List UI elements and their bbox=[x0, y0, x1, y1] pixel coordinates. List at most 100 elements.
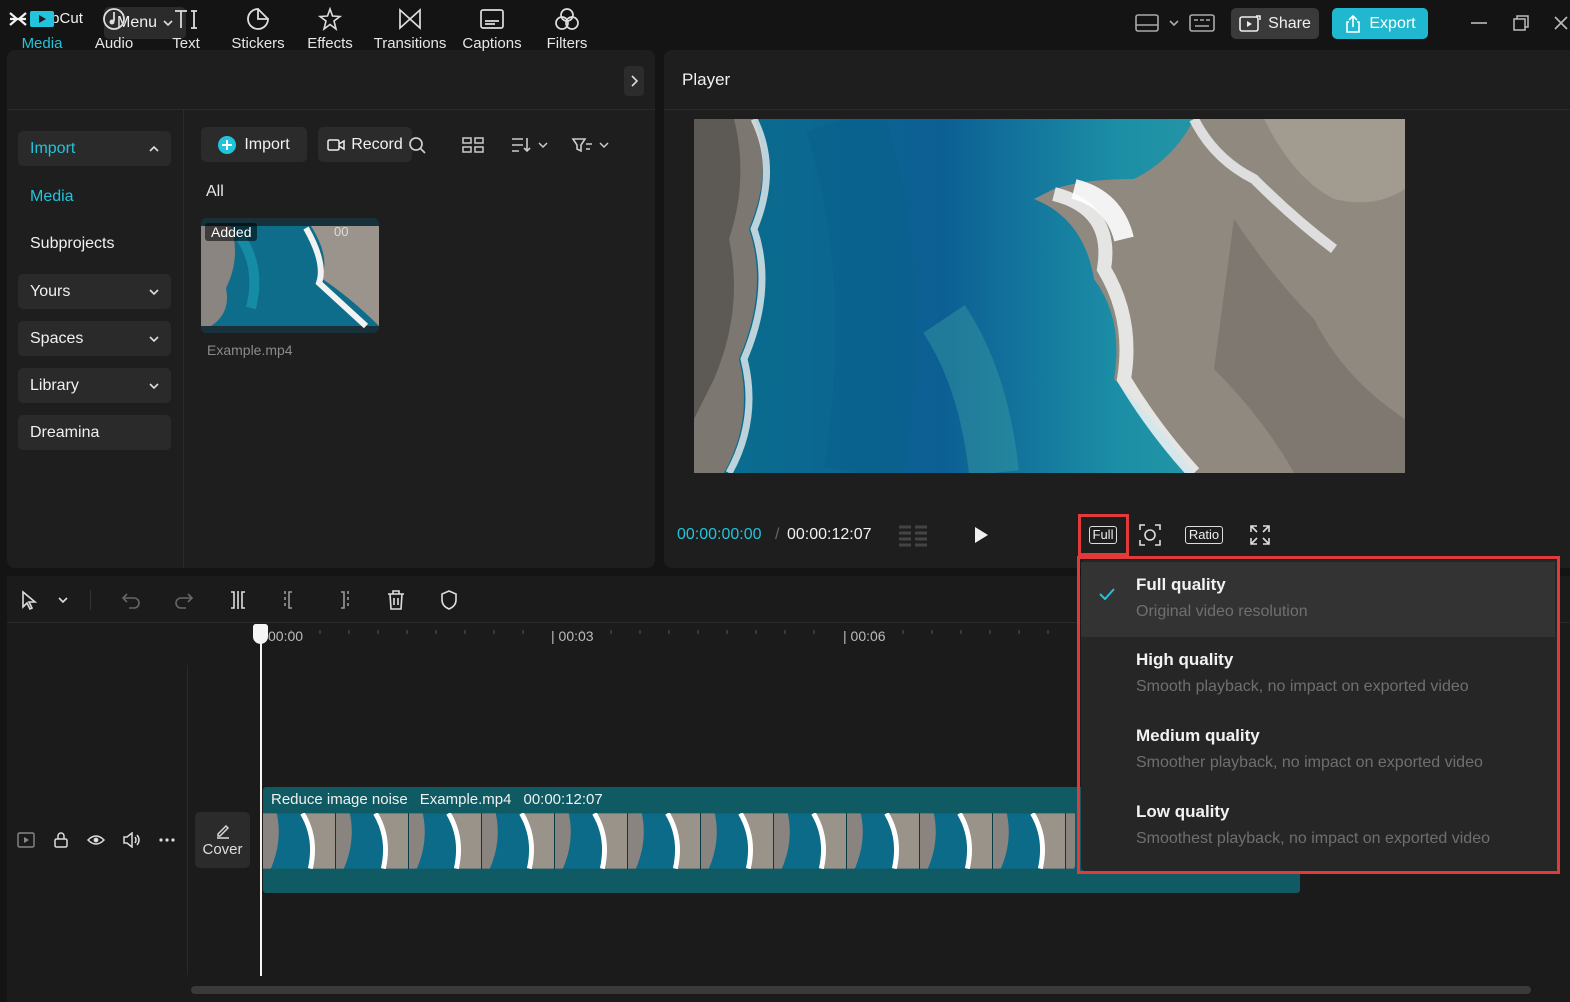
timecode-separator: / bbox=[775, 526, 780, 543]
camera-icon bbox=[327, 138, 345, 151]
track-type-video-icon bbox=[16, 830, 36, 850]
share-label: Share bbox=[1268, 14, 1311, 32]
toolbar-divider bbox=[90, 590, 91, 610]
clip-frame bbox=[847, 813, 920, 869]
tab-captions[interactable]: Captions bbox=[458, 6, 526, 56]
tab-transitions[interactable]: Transitions bbox=[370, 6, 450, 56]
timeline-scrollbar[interactable] bbox=[191, 986, 1531, 994]
play-button[interactable] bbox=[970, 523, 992, 547]
added-badge: Added bbox=[205, 223, 258, 241]
tab-label: Audio bbox=[94, 35, 134, 52]
chevron-right-icon bbox=[630, 75, 638, 87]
import-button[interactable]: Import bbox=[201, 127, 307, 162]
sidebar-item-media[interactable]: Media bbox=[18, 179, 171, 214]
clip-frame bbox=[920, 813, 993, 869]
tab-audio[interactable]: Audio bbox=[86, 6, 142, 56]
sidebar-item-import[interactable]: Import bbox=[18, 131, 171, 166]
layout-dropdown-chevron-icon[interactable] bbox=[1166, 12, 1182, 34]
redo-icon[interactable] bbox=[171, 588, 197, 612]
clip-frame bbox=[628, 813, 701, 869]
quality-button-label: Full bbox=[1088, 526, 1118, 544]
lock-icon[interactable] bbox=[51, 830, 71, 850]
shield-icon[interactable] bbox=[436, 588, 462, 612]
text-icon bbox=[175, 10, 197, 29]
tab-text[interactable]: Text bbox=[160, 6, 212, 56]
sort-icon[interactable] bbox=[508, 134, 550, 156]
chevron-down-icon bbox=[149, 288, 159, 295]
timecode-current: 00:00:00:00 bbox=[677, 526, 762, 543]
snapshot-icon[interactable] bbox=[1137, 523, 1163, 547]
transitions-icon bbox=[399, 8, 421, 30]
grid-view-icon[interactable] bbox=[460, 134, 486, 156]
undo-icon[interactable] bbox=[118, 588, 144, 612]
playhead[interactable] bbox=[260, 640, 262, 976]
chevron-up-icon bbox=[149, 145, 159, 152]
tab-label: Stickers bbox=[231, 35, 285, 52]
clip-frame bbox=[336, 813, 409, 869]
ruler-label: | 00:06 bbox=[843, 628, 886, 644]
sidebar-item-label: Media bbox=[30, 187, 74, 205]
select-tool-icon[interactable] bbox=[16, 588, 42, 612]
feature-tabs bbox=[7, 50, 655, 110]
clip-frame bbox=[774, 813, 847, 869]
tab-label: Transitions bbox=[373, 35, 447, 52]
sidebar-item-library[interactable]: Library bbox=[18, 368, 171, 403]
share-icon bbox=[1239, 14, 1261, 32]
sidebar-item-label: Subprojects bbox=[30, 234, 115, 252]
restore-window-icon[interactable] bbox=[1510, 12, 1532, 34]
tab-filters[interactable]: Filters bbox=[538, 6, 596, 56]
volume-icon[interactable] bbox=[121, 830, 143, 850]
minimize-icon[interactable] bbox=[1468, 12, 1490, 34]
media-icon bbox=[30, 11, 54, 27]
sidebar-item-label: Spaces bbox=[30, 329, 84, 347]
tab-stickers[interactable]: Stickers bbox=[228, 6, 288, 56]
filter-icon[interactable] bbox=[570, 134, 610, 156]
player-divider bbox=[664, 109, 1570, 110]
record-label: Record bbox=[351, 135, 403, 153]
sidebar-divider bbox=[183, 110, 184, 568]
tab-label: Effects bbox=[307, 35, 353, 52]
timeline-ruler[interactable] bbox=[262, 624, 1074, 644]
delete-left-icon[interactable] bbox=[277, 588, 303, 612]
tab-media[interactable]: Media bbox=[14, 6, 70, 56]
eye-icon[interactable] bbox=[86, 830, 106, 850]
record-button[interactable]: Record bbox=[318, 127, 412, 162]
sidebar-item-dreamina[interactable]: Dreamina bbox=[18, 415, 171, 450]
clip-filmstrip bbox=[263, 813, 1075, 869]
tab-label: Filters bbox=[546, 35, 588, 52]
thumbnail-duration: 00 bbox=[334, 224, 349, 239]
delete-right-icon[interactable] bbox=[330, 588, 356, 612]
tab-effects[interactable]: Effects bbox=[302, 6, 358, 56]
audio-icon bbox=[103, 8, 125, 30]
split-icon[interactable] bbox=[225, 588, 251, 612]
select-tool-dropdown-icon[interactable] bbox=[50, 588, 76, 612]
clip-frame bbox=[409, 813, 482, 869]
export-button[interactable]: Export bbox=[1332, 8, 1428, 39]
keyboard-shortcuts-icon[interactable] bbox=[1188, 12, 1216, 34]
layout-icon[interactable] bbox=[1133, 12, 1161, 34]
close-window-icon[interactable] bbox=[1552, 12, 1570, 34]
tabs-scroll-right-button[interactable] bbox=[624, 66, 644, 96]
clip-frame bbox=[555, 813, 628, 869]
ratio-button[interactable]: Ratio bbox=[1182, 525, 1226, 545]
play-icon bbox=[975, 527, 988, 543]
share-button[interactable]: Share bbox=[1231, 8, 1319, 39]
stickers-icon bbox=[247, 8, 269, 30]
sidebar-item-yours[interactable]: Yours bbox=[18, 274, 171, 309]
playhead-handle[interactable] bbox=[253, 624, 268, 644]
player-title: Player bbox=[682, 70, 731, 89]
more-options-icon[interactable] bbox=[157, 830, 177, 850]
clip-frame bbox=[701, 813, 774, 869]
import-label: Import bbox=[244, 135, 290, 153]
tab-label: Media bbox=[21, 35, 63, 52]
search-icon[interactable] bbox=[406, 134, 428, 156]
sidebar-item-subprojects[interactable]: Subprojects bbox=[18, 226, 171, 261]
quality-button[interactable]: Full bbox=[1086, 525, 1120, 545]
video-preview[interactable] bbox=[694, 119, 1405, 473]
delete-icon[interactable] bbox=[383, 588, 409, 612]
filter-all-label[interactable]: All bbox=[206, 183, 224, 201]
fullscreen-icon[interactable] bbox=[1248, 523, 1272, 547]
sidebar-item-spaces[interactable]: Spaces bbox=[18, 321, 171, 356]
cover-button[interactable]: Cover bbox=[195, 812, 250, 868]
ratio-button-label: Ratio bbox=[1184, 526, 1224, 544]
